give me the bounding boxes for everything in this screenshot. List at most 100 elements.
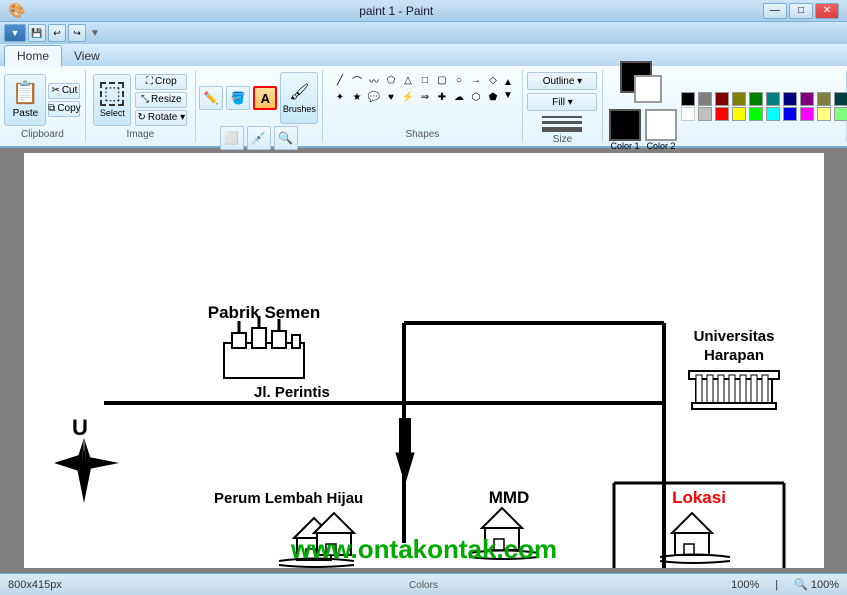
resize-icon: ⤡ (141, 94, 149, 105)
shape-diamond[interactable]: ◇ (485, 72, 501, 88)
swatch-14[interactable] (749, 107, 763, 121)
rotate-button[interactable]: ↻ Rotate ▾ (135, 110, 187, 126)
image-buttons: ⛶ Crop ⤡ Resize ↻ Rotate ▾ (135, 74, 187, 126)
clipboard-group: 📋 Paste ✂ Cut ⧉ Copy Clipboard (0, 70, 86, 142)
swatch-11[interactable] (698, 107, 712, 121)
tab-home[interactable]: Home (4, 45, 62, 67)
paint-canvas[interactable]: U Pabrik Semen Universitas Harapan (24, 153, 824, 568)
status-dimensions: 800x415px (8, 579, 62, 591)
paste-button[interactable]: 📋 Paste (4, 74, 46, 126)
shape-cross[interactable]: ✚ (434, 89, 450, 105)
shape-star4[interactable]: ✦ (332, 89, 348, 105)
copy-button[interactable]: ⧉ Copy (48, 101, 80, 117)
swatch-8[interactable] (817, 92, 831, 106)
outline-group: Outline ▾ Fill ▾ Size (523, 70, 603, 142)
swatch-17[interactable] (800, 107, 814, 121)
shapes-scroll[interactable]: ▲ ▼ (503, 77, 513, 101)
title-bar-controls: — □ ✕ (763, 3, 839, 19)
color2-box[interactable] (645, 109, 677, 141)
line-medium[interactable] (542, 121, 582, 124)
pencil-button[interactable]: ✏️ (199, 86, 223, 110)
outline-group-inner: Outline ▾ Fill ▾ (527, 72, 597, 132)
tools-group: ✏️ 🪣 A 🖌 Brushes ⬜ 💉 🔍 Tools (196, 70, 323, 142)
swatch-5[interactable] (766, 92, 780, 106)
shape-heart[interactable]: ♥ (383, 89, 399, 105)
quick-access-paint-menu[interactable]: ▼ (4, 24, 26, 42)
clipboard-label: Clipboard (21, 129, 64, 140)
shape-callout[interactable]: 💬 (366, 89, 382, 105)
minimize-button[interactable]: — (763, 3, 787, 19)
canvas-area[interactable]: U Pabrik Semen Universitas Harapan (0, 148, 847, 573)
color-labels: Color 1 Color 2 (609, 109, 677, 151)
svg-text:Pabrik Semen: Pabrik Semen (207, 303, 319, 322)
quick-redo-button[interactable]: ↪ (68, 24, 86, 42)
swatch-3[interactable] (732, 92, 746, 106)
shape-arrow[interactable]: → (468, 72, 484, 88)
select-dotted-icon: ⬚ (100, 82, 124, 106)
ribbon: 📋 Paste ✂ Cut ⧉ Copy Clipboard ⬚ S (0, 66, 847, 148)
swatch-15[interactable] (766, 107, 780, 121)
select-button[interactable]: ⬚ Select (93, 74, 131, 126)
shape-triangle[interactable]: △ (400, 72, 416, 88)
shape-ellipse[interactable]: ○ (451, 72, 467, 88)
clipboard-small-buttons: ✂ Cut ⧉ Copy (48, 83, 80, 117)
shape-rrect[interactable]: ▢ (434, 72, 450, 88)
swatch-18[interactable] (817, 107, 831, 121)
color1-box[interactable] (609, 109, 641, 141)
fill-button-2[interactable]: Fill ▾ (527, 93, 597, 111)
cut-button[interactable]: ✂ Cut (48, 83, 80, 99)
swatch-12[interactable] (715, 107, 729, 121)
svg-text:Perum Lembah Hijau: Perum Lembah Hijau (214, 490, 363, 507)
clipboard-group-inner: 📋 Paste ✂ Cut ⧉ Copy (4, 72, 80, 127)
rotate-icon: ↻ (138, 112, 146, 123)
shape-lightning[interactable]: ⚡ (400, 89, 416, 105)
swatch-13[interactable] (732, 107, 746, 121)
fill-button[interactable]: 🪣 (226, 86, 250, 110)
picker-button[interactable]: 💉 (247, 126, 271, 150)
swatch-16[interactable] (783, 107, 797, 121)
ribbon-tabs: Home View (0, 44, 847, 66)
swatch-19[interactable] (834, 107, 847, 121)
color-palette-grid (681, 92, 847, 121)
svg-text:Universitas: Universitas (693, 328, 774, 345)
color2-swatch[interactable] (634, 75, 662, 103)
line-thin[interactable] (542, 116, 582, 118)
close-button[interactable]: ✕ (815, 3, 839, 19)
swatch-6[interactable] (783, 92, 797, 106)
shape-arrow2[interactable]: ⇒ (417, 89, 433, 105)
outline-size-label: Size (553, 134, 572, 145)
brushes-button[interactable]: 🖌 Brushes (280, 72, 318, 124)
shape-pentagon[interactable]: ⬟ (485, 89, 501, 105)
crop-button[interactable]: ⛶ Crop (135, 74, 187, 90)
magnify-button[interactable]: 🔍 (274, 126, 298, 150)
line-thick[interactable] (542, 127, 582, 132)
shape-line[interactable]: ╱ (332, 72, 348, 88)
resize-button[interactable]: ⤡ Resize (135, 92, 187, 108)
outline-button[interactable]: Outline ▾ (527, 72, 597, 90)
swatch-7[interactable] (800, 92, 814, 106)
shape-star5[interactable]: ★ (349, 89, 365, 105)
swatch-9[interactable] (834, 92, 847, 106)
tab-view[interactable]: View (62, 46, 112, 66)
swatch-2[interactable] (715, 92, 729, 106)
tools-row-2: ⬜ 💉 🔍 (220, 126, 298, 150)
swatch-10[interactable] (681, 107, 695, 121)
eraser-button[interactable]: ⬜ (220, 126, 244, 150)
swatch-1[interactable] (698, 92, 712, 106)
maximize-button[interactable]: □ (789, 3, 813, 19)
swatch-0[interactable] (681, 92, 695, 106)
text-button[interactable]: A (253, 86, 277, 110)
shape-freeform[interactable]: 〰 (366, 72, 382, 88)
svg-text:Jl. Perintis: Jl. Perintis (254, 384, 330, 401)
color1-label: Color 1 (610, 141, 639, 151)
swatch-4[interactable] (749, 92, 763, 106)
shape-polygon[interactable]: ⬠ (383, 72, 399, 88)
svg-text:U: U (72, 415, 88, 440)
quick-undo-button[interactable]: ↩ (48, 24, 66, 42)
shape-rect[interactable]: □ (417, 72, 433, 88)
shapes-grid: ╱ ⌒ 〰 ⬠ △ □ ▢ ○ → ◇ ✦ ★ 💬 ♥ ⚡ ⇒ ✚ (332, 72, 501, 105)
shape-curve[interactable]: ⌒ (349, 72, 365, 88)
shape-octagon[interactable]: ⬡ (468, 89, 484, 105)
shape-cloud[interactable]: ☁ (451, 89, 467, 105)
quick-save-button[interactable]: 💾 (28, 24, 46, 42)
